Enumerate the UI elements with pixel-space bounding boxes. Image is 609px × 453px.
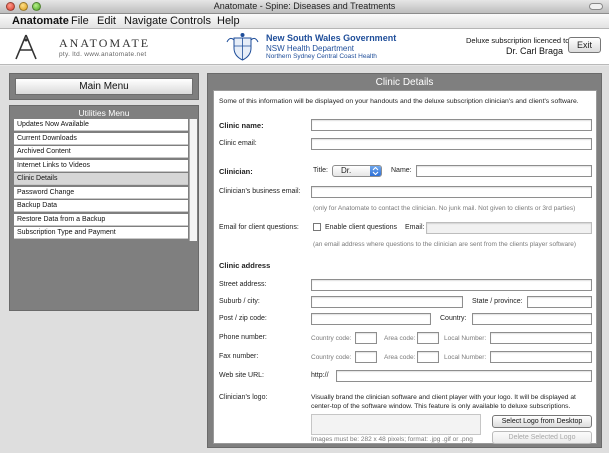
phone-local-number-label: Local Number: [444, 335, 487, 342]
utilities-item[interactable]: Restore Data from a Backup [14, 213, 188, 226]
phone-local-number-input[interactable] [490, 332, 592, 344]
gov-area: Northern Sydney Central Coast Health [266, 53, 377, 60]
business-email-note: (only for Anatomate to contact the clini… [313, 205, 576, 212]
main-area: Main Menu Utilities Menu Updates Now Ava… [0, 66, 609, 453]
fax-label: Fax number: [219, 353, 259, 360]
clinic-email-label: Clinic email: [219, 140, 257, 147]
logo-description-1: Visually brand the clinician software an… [311, 394, 576, 401]
utilities-item[interactable]: Archived Content [14, 146, 188, 158]
menu-help[interactable]: Help [217, 15, 240, 27]
delete-logo-button[interactable]: Delete Selected Logo [492, 431, 592, 444]
phone-label: Phone number: [219, 334, 267, 341]
business-email-label: Clinician's business email: [219, 188, 301, 195]
country-input[interactable] [472, 313, 592, 325]
menu-controls[interactable]: Controls [170, 15, 211, 27]
intro-text: Some of this information will be display… [219, 98, 579, 105]
phone-country-code-label: Country code: [311, 335, 352, 342]
street-label: Street address: [219, 281, 267, 288]
suburb-label: Suburb / city: [219, 298, 260, 305]
main-menu-panel: Main Menu [9, 73, 199, 100]
clinic-details-title: Clinic Details [375, 77, 434, 88]
website-prefix: http:// [311, 372, 329, 379]
logo-description-2: center-top of the software window. This … [311, 403, 571, 410]
image-requirements-note: Images must be: 282 x 48 pixels; format:… [311, 436, 473, 443]
post-code-input[interactable] [311, 313, 431, 325]
name-label: Name: [391, 167, 412, 174]
utilities-panel: Utilities Menu Updates Now Available Curr… [9, 105, 199, 311]
title-select[interactable]: Dr. [332, 165, 382, 177]
nsw-crest-icon [226, 33, 259, 61]
menu-navigate[interactable]: Navigate [124, 15, 167, 27]
utilities-item[interactable]: Password Change [14, 186, 188, 199]
window-titlebar: Anatomate - Spine: Diseases and Treatmen… [0, 0, 609, 14]
fax-country-code-label: Country code: [311, 354, 352, 361]
phone-country-code-input[interactable] [355, 332, 377, 344]
fax-local-number-input[interactable] [490, 351, 592, 363]
country-label: Country: [440, 315, 467, 322]
app-header: ANATOMATE pty. ltd. www.anatomate.net Ne… [0, 29, 609, 65]
utilities-scrollbar[interactable] [189, 119, 197, 241]
clinic-email-input[interactable] [311, 138, 592, 150]
logo-preview [311, 414, 481, 435]
street-input[interactable] [311, 279, 592, 291]
clinic-name-input[interactable] [311, 119, 592, 131]
brand-name: ANATOMATE [59, 36, 151, 50]
utilities-item[interactable]: Subscription Type and Payment [14, 227, 188, 239]
phone-area-code-input[interactable] [417, 332, 439, 344]
anatomate-logo-icon [15, 34, 37, 60]
business-email-input[interactable] [311, 186, 592, 198]
gov-title: New South Wales Government [266, 33, 397, 43]
clinic-name-label: Clinic name: [219, 121, 264, 130]
utilities-item[interactable]: Clinic Details [14, 173, 188, 185]
clinician-name-input[interactable] [416, 165, 592, 177]
questions-email-input[interactable] [426, 222, 592, 234]
post-code-label: Post / zip code: [219, 315, 267, 322]
menu-edit[interactable]: Edit [97, 15, 116, 27]
utilities-item[interactable]: Updates Now Available [14, 119, 188, 131]
client-questions-label: Email for client questions: [219, 224, 299, 231]
enable-questions-label: Enable client questions [325, 224, 397, 231]
questions-email-label: Email: [405, 224, 425, 231]
suburb-input[interactable] [311, 296, 463, 308]
brand-subtitle: pty. ltd. www.anatomate.net [59, 51, 147, 58]
clinic-details-panel: Clinic Details Some of this information … [207, 73, 602, 448]
gov-department: NSW Health Department [266, 44, 355, 53]
fax-area-code-label: Area code: [384, 354, 416, 361]
clinician-label: Clinician: [219, 167, 253, 176]
title-select-value: Dr. [341, 166, 352, 175]
license-name: Dr. Carl Braga [506, 46, 564, 56]
menu-anatomate[interactable]: Anatomate [12, 15, 69, 27]
website-input[interactable] [336, 370, 592, 382]
utilities-item[interactable]: Internet Links to Videos [14, 159, 188, 172]
utilities-item[interactable]: Backup Data [14, 200, 188, 212]
select-logo-button[interactable]: Select Logo from Desktop [492, 415, 592, 428]
select-arrows-icon [370, 166, 381, 176]
main-menu-button[interactable]: Main Menu [15, 78, 193, 95]
fax-country-code-input[interactable] [355, 351, 377, 363]
utilities-list: Updates Now Available Current Downloads Ar… [14, 119, 188, 241]
logo-label: Clinician's logo: [219, 394, 268, 401]
enable-questions-checkbox[interactable] [313, 223, 321, 231]
clinic-address-header: Clinic address [219, 261, 271, 270]
utilities-title: Utilities Menu [78, 108, 130, 118]
toolbar-toggle-icon[interactable] [589, 3, 603, 10]
window-title: Anatomate - Spine: Diseases and Treatmen… [213, 1, 396, 11]
website-label: Web site URL: [219, 372, 264, 379]
phone-area-code-label: Area code: [384, 335, 416, 342]
exit-button[interactable]: Exit [568, 37, 601, 53]
title-label: Title: [313, 167, 328, 174]
clinic-form: Some of this information will be display… [213, 90, 597, 444]
questions-note: (an email address where questions to the… [313, 241, 577, 248]
state-label: State / province: [472, 298, 523, 305]
menu-bar: Anatomate File Edit Navigate Controls He… [0, 14, 609, 29]
fax-area-code-input[interactable] [417, 351, 439, 363]
menu-file[interactable]: File [71, 15, 89, 27]
fax-local-number-label: Local Number: [444, 354, 487, 361]
license-label: Deluxe subscription licenced to: [466, 36, 572, 45]
state-input[interactable] [527, 296, 592, 308]
utilities-item[interactable]: Current Downloads [14, 132, 188, 145]
